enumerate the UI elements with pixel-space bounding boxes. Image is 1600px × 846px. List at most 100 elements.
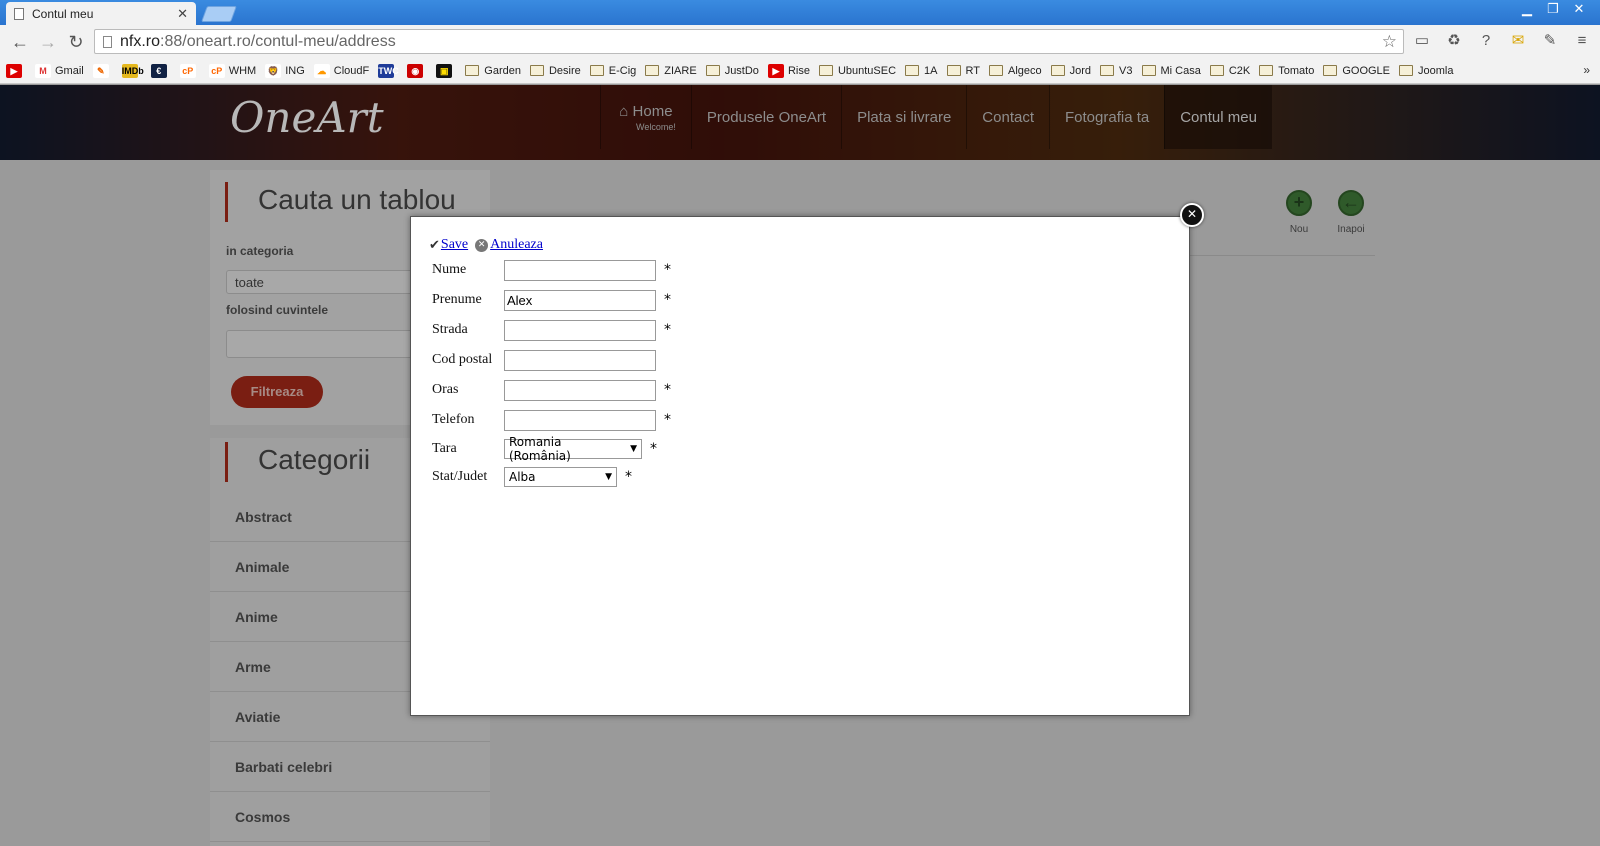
nav-home-label: Home [632, 102, 673, 120]
restore-icon[interactable]: ❐ [1540, 0, 1566, 18]
folder-icon [529, 65, 544, 76]
bookmark-label: Tomato [1278, 64, 1315, 77]
divider [1180, 255, 1375, 256]
recycle-icon[interactable]: ♻ [1442, 29, 1466, 53]
nav-contact[interactable]: Contact [966, 85, 1049, 149]
folder-icon [589, 65, 604, 76]
nume-input[interactable] [504, 259, 656, 281]
nav-contul-meu[interactable]: Contul meu [1164, 85, 1272, 149]
bookmark-item[interactable]: Tomato [1259, 65, 1314, 77]
bookmark-item[interactable]: Joomla [1399, 65, 1453, 77]
cod-postal-input[interactable] [504, 349, 656, 371]
reload-icon[interactable]: ↻ [62, 29, 90, 55]
prenume-input[interactable] [504, 289, 656, 311]
site-header: OneArt ⌂ Home Welcome! Produsele OneArt … [0, 85, 1600, 160]
new-tab-button[interactable] [201, 6, 237, 22]
bookmark-item[interactable]: ◉ [407, 63, 427, 78]
bookmark-item[interactable]: JustDo [705, 65, 759, 77]
bookmark-item[interactable]: RT [946, 65, 980, 77]
bookmark-item[interactable]: ▣ [436, 63, 456, 78]
eyedropper-icon[interactable]: ✎ [1538, 29, 1562, 53]
bookmark-item[interactable]: Jord [1050, 64, 1092, 77]
bookmark-item[interactable]: GOOGLE [1323, 65, 1390, 77]
category-item[interactable]: Barbati celebri [210, 742, 490, 792]
cp-icon: cP [208, 63, 225, 78]
modal-close-icon[interactable]: ✕ [1180, 203, 1204, 227]
bookmark-item[interactable]: UbuntuSEC [818, 65, 896, 77]
nav-fotografia[interactable]: Fotografia ta [1049, 85, 1164, 149]
bookmark-item[interactable]: cP WHM [208, 63, 256, 78]
bookmark-item[interactable]: TWC [378, 63, 399, 78]
judet-select[interactable]: Alba ▼ [504, 467, 617, 487]
strada-input[interactable] [504, 319, 656, 341]
back-circle-icon: ← [1338, 190, 1364, 216]
bookmark-item[interactable]: Desire [529, 65, 581, 77]
back-arrow-icon[interactable]: ← [6, 29, 34, 55]
minimize-icon[interactable]: ▁ [1514, 0, 1540, 18]
tab-close-icon[interactable]: ✕ [177, 6, 188, 22]
bookmark-item[interactable]: ▶ [6, 63, 26, 78]
bookmarks-overflow-icon[interactable]: » [1583, 63, 1590, 77]
cp-icon: cP [179, 63, 196, 78]
tara-select[interactable]: Romania (România) ▼ [504, 435, 642, 463]
bookmark-item[interactable]: ZIARE [645, 64, 697, 77]
bookmark-label: ZIARE [664, 64, 697, 77]
folder-icon [645, 65, 660, 76]
bookmark-item[interactable]: V3 [1100, 65, 1133, 77]
bookmark-item[interactable]: ✎ [92, 63, 113, 78]
bookmark-item[interactable]: Mi Casa [1141, 65, 1201, 77]
bookmark-item[interactable]: 🦁 ING [265, 63, 305, 78]
keyboard-icon[interactable]: ▭ [1410, 29, 1434, 53]
bookmark-item[interactable]: C2K [1209, 65, 1250, 77]
oras-input[interactable] [504, 379, 656, 401]
bookmark-label: Joomla [1418, 64, 1454, 77]
browser-tab[interactable]: Contul meu ✕ [6, 2, 196, 25]
modal-actions: ✔ Save ✕ Anuleaza [429, 237, 543, 253]
prenume-label: Prenume [432, 292, 482, 307]
back-button[interactable]: ← Inapoi [1334, 190, 1368, 235]
folder-icon [465, 65, 480, 76]
bookmark-item[interactable]: E-Cig [589, 65, 636, 77]
window-close-icon[interactable]: ✕ [1566, 0, 1592, 18]
bookmark-item[interactable]: cP [179, 63, 200, 78]
checkmark-icon: ✔ [429, 237, 440, 253]
bookmark-item[interactable]: M Gmail [35, 63, 84, 78]
mail-badge-icon[interactable]: ✉ [1506, 29, 1530, 53]
bookmark-label: GOOGLE [1342, 64, 1391, 77]
address-bar[interactable]: nfx.ro:88/oneart.ro/contul-meu/address ☆ [94, 29, 1404, 54]
cancel-link[interactable]: Anuleaza [490, 237, 543, 253]
menu-icon[interactable]: ≡ [1570, 29, 1594, 53]
help-icon[interactable]: ? [1474, 29, 1498, 53]
forward-arrow-icon[interactable]: → [34, 29, 62, 55]
bookmark-item[interactable]: Algeco [988, 65, 1042, 77]
gmail-icon: M [35, 63, 51, 78]
nav-produse[interactable]: Produsele OneArt [690, 85, 841, 149]
telefon-input[interactable] [504, 409, 656, 431]
category-item[interactable]: Cosmos [210, 792, 490, 842]
bookmark-item[interactable]: ☁ CloudF [313, 63, 370, 78]
bookmark-item[interactable]: € [150, 63, 171, 78]
new-button[interactable]: + Nou [1282, 190, 1316, 235]
bookmark-item[interactable]: Garden [465, 65, 521, 77]
back-label: Inapoi [1337, 224, 1365, 235]
site-logo[interactable]: OneArt [230, 93, 384, 142]
filter-button[interactable]: Filtreaza [231, 376, 323, 408]
url-path: :88/oneart.ro/contul-meu/address [160, 32, 396, 50]
bookmark-star-icon[interactable]: ☆ [1382, 32, 1397, 52]
new-label: Nou [1289, 224, 1309, 235]
bookmark-item[interactable]: 1A [905, 65, 938, 77]
bookmark-item[interactable]: ▶ Rise [767, 63, 810, 78]
nav-plata[interactable]: Plata si livrare [841, 85, 966, 149]
page-icon [14, 7, 24, 20]
bookmark-label: Rise [787, 64, 810, 77]
field-row-nume: Nume * [432, 259, 671, 281]
nav-home-sub: Welcome! [636, 121, 676, 132]
bookmark-label: CloudF [333, 64, 370, 77]
ing-icon: 🦁 [265, 63, 282, 78]
field-row-oras: Oras * [432, 379, 671, 401]
folder-icon [818, 65, 833, 76]
save-link[interactable]: Save [441, 237, 468, 253]
nav-home[interactable]: ⌂ Home Welcome! [600, 85, 691, 149]
bookmark-label: Jord [1069, 64, 1092, 77]
bookmark-item[interactable]: IMDb [121, 63, 144, 78]
